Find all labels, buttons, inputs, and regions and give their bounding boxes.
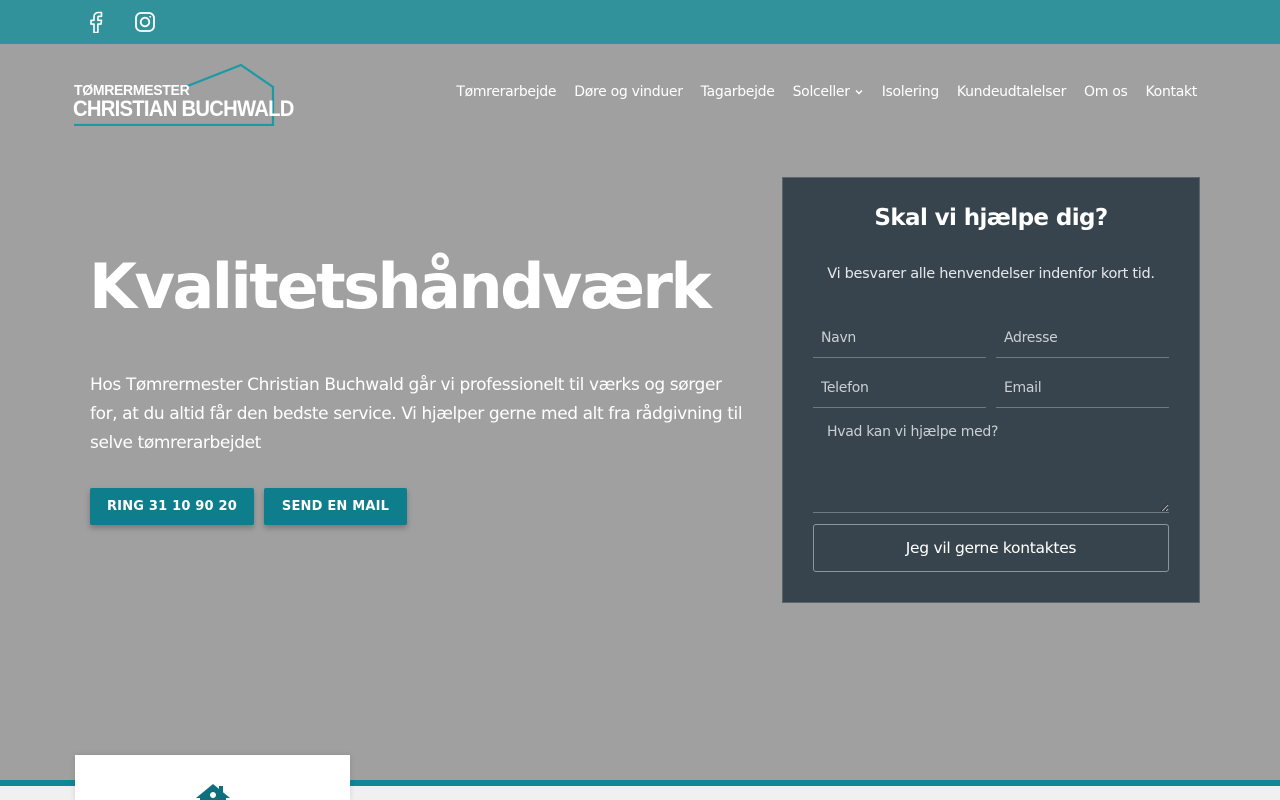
- facebook-icon[interactable]: [84, 10, 108, 34]
- message-field[interactable]: [813, 418, 1169, 513]
- logo-line2: CHRISTIAN BUCHWALD: [73, 96, 294, 121]
- phone-field[interactable]: [813, 368, 986, 408]
- nav-item-solceller-label: Solceller: [792, 84, 850, 100]
- name-field[interactable]: [813, 318, 986, 358]
- nav-item-tagarbejde[interactable]: Tagarbejde: [701, 84, 775, 100]
- instagram-icon[interactable]: [133, 10, 157, 34]
- service-card: [75, 755, 350, 800]
- contact-form: Skal vi hjælpe dig? Vi besvarer alle hen…: [782, 177, 1200, 603]
- form-title: Skal vi hjælpe dig?: [874, 205, 1108, 231]
- email-field[interactable]: [996, 368, 1169, 408]
- form-subtitle: Vi besvarer alle henvendelser indenfor k…: [827, 266, 1155, 282]
- nav-item-kundeudtalelser[interactable]: Kundeudtalelser: [957, 84, 1066, 100]
- submit-button[interactable]: Jeg vil gerne kontaktes: [813, 524, 1169, 572]
- hero-title: Kvalitetshåndværk: [89, 250, 712, 323]
- nav-item-solceller[interactable]: Solceller: [793, 84, 864, 100]
- nav-item-dore-og-vinduer[interactable]: Døre og vinduer: [574, 84, 683, 100]
- main-nav: Tømrerarbejde Døre og vinduer Tagarbejde…: [456, 84, 1197, 100]
- nav-item-om-os[interactable]: Om os: [1084, 84, 1128, 100]
- top-bar: [0, 0, 1280, 44]
- call-button[interactable]: RING 31 10 90 20: [90, 488, 254, 525]
- send-mail-button[interactable]: SEND EN MAIL: [264, 488, 407, 525]
- home-icon: [196, 784, 230, 800]
- hero-text: Hos Tømrermester Christian Buchwald går …: [90, 375, 743, 453]
- nav-item-kontakt[interactable]: Kontakt: [1146, 84, 1198, 100]
- nav-item-tomrerarbejde[interactable]: Tømrerarbejde: [456, 84, 556, 100]
- chevron-down-icon: [855, 90, 863, 95]
- nav-item-isolering[interactable]: Isolering: [882, 84, 940, 100]
- company-logo[interactable]: TØMRERMESTER CHRISTIAN BUCHWALD: [73, 63, 294, 126]
- address-field[interactable]: [996, 318, 1169, 358]
